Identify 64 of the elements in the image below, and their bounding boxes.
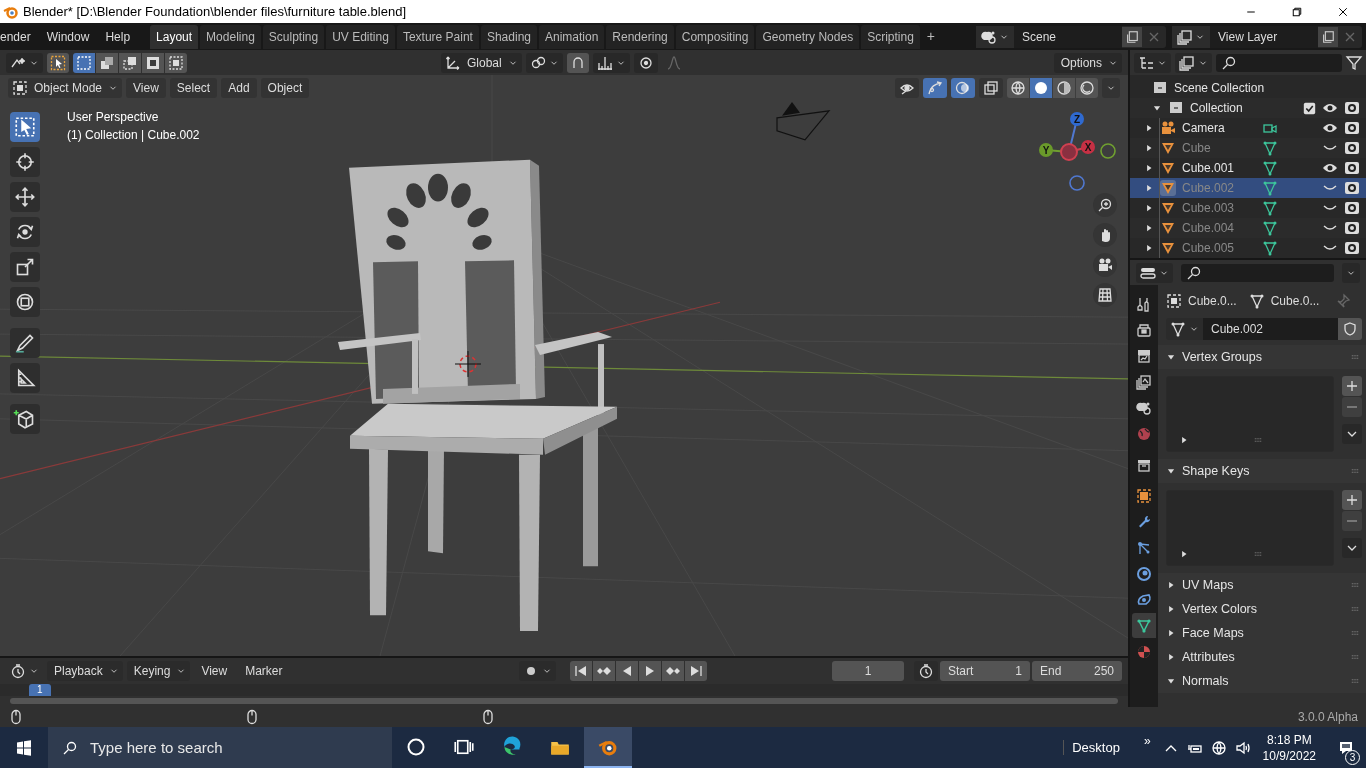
outliner-item-name: Cube.005 bbox=[1182, 241, 1235, 255]
workspace-tab[interactable]: Animation bbox=[539, 24, 605, 49]
gizmo-axis-ball[interactable]: Z bbox=[1070, 112, 1084, 126]
outliner-item-name: Cube.002 bbox=[1182, 181, 1235, 195]
scene-collection-label[interactable]: Scene Collection bbox=[1174, 81, 1265, 95]
menu-item[interactable]: Window bbox=[38, 29, 98, 44]
window-title: Blender* [D:\Blender Foundation\blender files\furniture table.blend] bbox=[23, 4, 407, 19]
breadcrumb-object: Cube.0... bbox=[1188, 294, 1237, 308]
taskbar-clock[interactable]: 8:18 PM 10/9/2022 bbox=[1262, 732, 1316, 763]
mesh-name-field[interactable]: Cube.002 bbox=[1203, 318, 1338, 340]
outliner-item-name: Cube.001 bbox=[1182, 161, 1235, 175]
workspace-tab[interactable]: Compositing bbox=[675, 24, 755, 49]
gizmo-axis-ball[interactable]: Y bbox=[1039, 143, 1053, 157]
workspace-tab[interactable]: Geometry Nodes bbox=[756, 24, 860, 49]
taskbar-search-field[interactable]: Type here to search bbox=[48, 727, 392, 768]
workspace-tab[interactable]: Layout bbox=[150, 24, 199, 49]
panel-header[interactable]: Face Maps bbox=[1158, 621, 1366, 645]
desktop-toolbar-label[interactable]: Desktop bbox=[1063, 740, 1120, 755]
panel-header[interactable]: Vertex Groups bbox=[1158, 345, 1366, 369]
workspace-tab[interactable]: Modeling bbox=[200, 24, 261, 49]
workspace-tab[interactable]: Texture Paint bbox=[396, 24, 479, 49]
outliner-item-name: Camera bbox=[1182, 121, 1225, 135]
panel-header[interactable]: Vertex Colors bbox=[1158, 597, 1366, 621]
viewport-menu[interactable]: Object bbox=[260, 77, 310, 98]
gizmo-axis-ball[interactable]: X bbox=[1081, 140, 1095, 154]
add-workspace-button[interactable]: + bbox=[921, 24, 940, 49]
workspace-tab[interactable]: Rendering bbox=[606, 24, 674, 49]
start-frame-field[interactable]: Start 1 bbox=[940, 661, 1030, 681]
workspace-tab[interactable]: Sculpting bbox=[262, 24, 325, 49]
menu-item[interactable]: ender bbox=[0, 29, 39, 44]
menu-item[interactable]: Help bbox=[97, 29, 139, 44]
object-mode-dropdown[interactable]: Object Mode bbox=[8, 77, 123, 98]
workspace-tab[interactable]: UV Editing bbox=[326, 24, 395, 49]
viewport-menu[interactable]: Add bbox=[221, 77, 257, 98]
notifications-button[interactable]: 3 bbox=[1326, 727, 1366, 768]
version-label: 3.0.0 Alpha bbox=[1297, 710, 1358, 724]
toolbar-expand-button[interactable]: » bbox=[1143, 733, 1151, 748]
view-perspective-label: User Perspective bbox=[67, 110, 160, 124]
view-layer-field[interactable]: View Layer bbox=[1210, 25, 1318, 48]
frame-marker[interactable]: 1 bbox=[29, 684, 51, 696]
options-dropdown[interactable]: Options bbox=[1053, 52, 1122, 73]
outliner-row[interactable]: Cube.005 bbox=[1130, 238, 1366, 258]
timeline-menu[interactable]: Playback bbox=[47, 661, 123, 681]
breadcrumb-mesh: Cube.0... bbox=[1270, 294, 1320, 308]
workspace-tab[interactable]: Shading bbox=[480, 24, 537, 49]
panel-header[interactable]: UV Maps bbox=[1158, 573, 1366, 597]
timeline-menu[interactable]: Keying bbox=[126, 661, 191, 681]
timeline-menu[interactable]: View bbox=[194, 661, 235, 681]
viewport-menu[interactable]: View bbox=[126, 77, 166, 98]
panel-header[interactable]: Attributes bbox=[1158, 645, 1366, 669]
workspace-tab[interactable]: Scripting bbox=[861, 24, 920, 49]
scene-field[interactable]: Scene bbox=[1014, 25, 1122, 48]
panel-header[interactable]: Normals bbox=[1158, 669, 1366, 693]
outliner-item-name: Cube bbox=[1182, 141, 1211, 155]
active-object-label: (1) Collection | Cube.002 bbox=[67, 128, 200, 142]
outliner-item-name: Cube.004 bbox=[1182, 221, 1235, 235]
panel-header[interactable]: Shape Keys bbox=[1158, 459, 1366, 483]
current-frame-field[interactable]: 1 bbox=[832, 661, 904, 681]
outliner-item[interactable]: Collection bbox=[1190, 101, 1243, 115]
orientation-dropdown[interactable]: Global bbox=[441, 52, 522, 73]
outliner-item-name: Cube.003 bbox=[1182, 201, 1235, 215]
timeline-menu[interactable]: Marker bbox=[238, 661, 290, 681]
viewport-menu[interactable]: Select bbox=[169, 77, 218, 98]
end-frame-field[interactable]: End 250 bbox=[1032, 661, 1122, 681]
